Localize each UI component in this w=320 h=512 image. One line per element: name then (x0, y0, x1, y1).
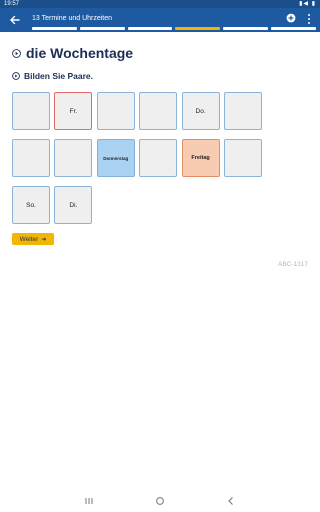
page-title: die Wochentage (26, 45, 134, 61)
progress-segment (271, 27, 316, 30)
memory-card[interactable] (12, 92, 50, 130)
system-nav-bar (0, 490, 320, 512)
next-button-label: Weiter (19, 235, 39, 243)
arrow-right-icon: ➜ (41, 236, 47, 243)
memory-card[interactable] (96, 92, 135, 130)
add-circle-icon[interactable] (286, 13, 296, 23)
progress-segment (127, 27, 173, 30)
instruction: Bilden Sie Paare. (12, 71, 93, 81)
progress-segment (223, 27, 269, 30)
status-bar: 19:57 ▮◀ ▮ (0, 0, 320, 8)
progress-segment (79, 27, 125, 30)
play-circle-icon (12, 48, 21, 58)
memory-card[interactable]: Di. (54, 186, 93, 224)
memory-card[interactable]: So. (12, 186, 50, 224)
home-icon[interactable] (153, 494, 167, 508)
instruction-text: Bilden Sie Paare. (24, 71, 93, 81)
memory-card[interactable] (224, 139, 262, 177)
memory-card[interactable]: Do. (181, 92, 220, 130)
memory-card[interactable] (12, 139, 50, 177)
progress-segment (175, 27, 221, 30)
back-nav-icon[interactable] (224, 494, 238, 508)
memory-card[interactable] (139, 92, 178, 130)
back-arrow-icon[interactable] (8, 13, 22, 27)
next-button[interactable]: Weiter ➜ (12, 233, 54, 245)
progress-segment (32, 27, 77, 30)
memory-card[interactable]: Fr. (54, 92, 93, 130)
memory-card[interactable] (224, 92, 262, 130)
more-options-icon[interactable] (306, 13, 312, 25)
memory-card[interactable] (54, 139, 93, 177)
memory-card[interactable]: Donnerstag (96, 139, 135, 177)
status-time: 19:57 (4, 1, 20, 7)
app-title: 13 Termine und Uhrzeiten (32, 15, 113, 22)
memory-card[interactable] (139, 139, 178, 177)
memory-card[interactable]: Freitag (181, 139, 220, 177)
recents-icon[interactable] (82, 494, 96, 508)
exercise-code: ABC-1317 (278, 261, 308, 268)
play-circle-icon (12, 72, 20, 80)
progress-indicator (32, 27, 316, 30)
status-icons: ▮◀ ▮ (299, 1, 316, 7)
app-bar: 13 Termine und Uhrzeiten (0, 8, 320, 32)
page-heading: die Wochentage (12, 45, 133, 61)
